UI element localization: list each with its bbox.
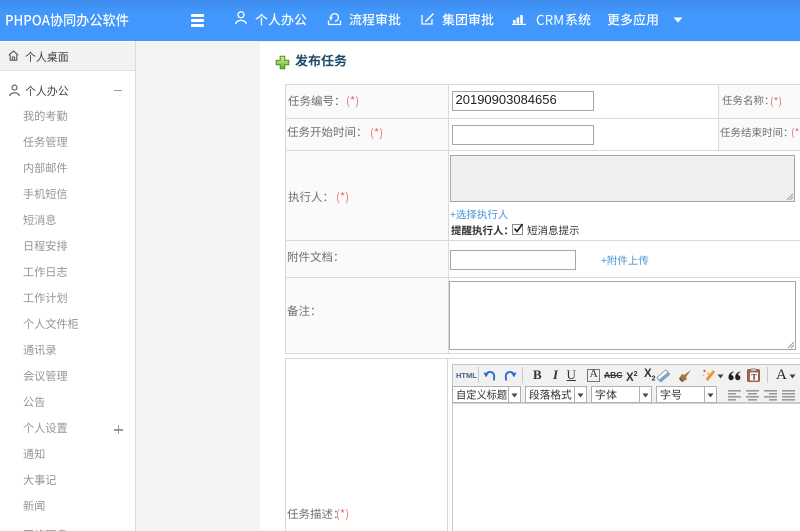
svg-text:T: T <box>751 373 757 382</box>
